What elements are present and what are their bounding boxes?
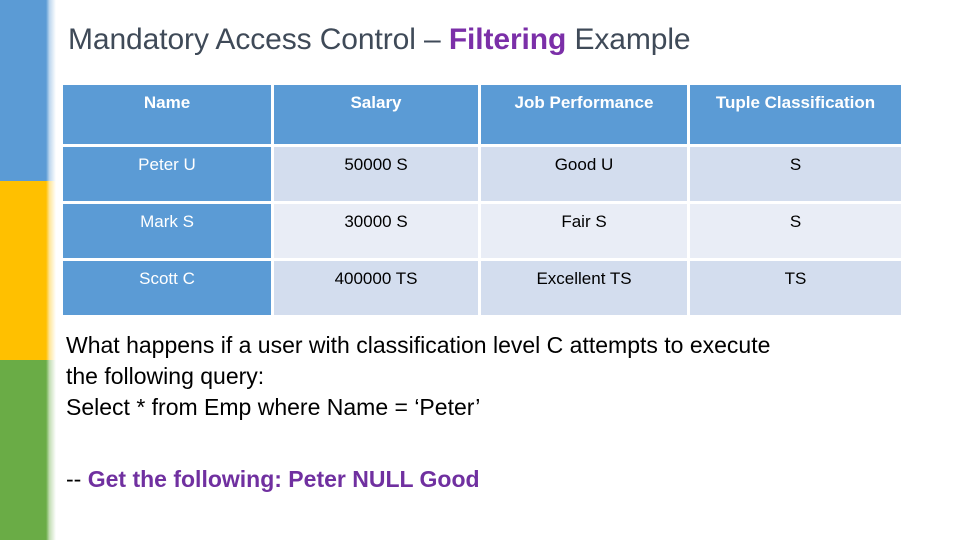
cell-salary: 30000 S [274,204,481,261]
cell-name: Peter U [63,147,274,204]
blue-band-fade [46,0,56,181]
question-text: What happens if a user with classificati… [66,330,946,423]
result-note-accent: Get the following: Peter NULL Good [87,466,480,492]
question-line-3: Select * from Emp where Name = ‘Peter’ [66,394,481,420]
blue-band [0,0,46,181]
cell-tuple: TS [690,261,901,315]
cell-tuple: S [690,204,901,261]
cell-job: Fair S [481,204,690,261]
green-band [0,360,46,540]
table-header-row: Name Salary Job Performance Tuple Classi… [63,85,901,147]
yellow-band-fade [46,181,56,360]
question-line-1: What happens if a user with classificati… [66,332,771,358]
question-line-2: the following query: [66,363,265,389]
cell-salary: 400000 TS [274,261,481,315]
result-note-prefix: -- [66,466,88,492]
cell-name: Scott C [63,261,274,315]
employee-table: Name Salary Job Performance Tuple Classi… [63,85,901,315]
cell-tuple: S [690,147,901,204]
column-header-name: Name [63,85,274,147]
yellow-band [0,181,46,360]
green-band-fade [46,360,56,540]
table-row: Mark S 30000 S Fair S S [63,204,901,261]
table-row: Scott C 400000 TS Excellent TS TS [63,261,901,315]
decorative-color-bands [0,0,56,540]
page-title-accent: Filtering [448,23,567,56]
page-title: Mandatory Access Control – Filtering Exa… [68,22,938,58]
column-header-salary: Salary [274,85,481,147]
column-header-tuple-classification: Tuple Classification [690,85,901,147]
column-header-job-performance: Job Performance [481,85,690,147]
cell-job: Excellent TS [481,261,690,315]
table-row: Peter U 50000 S Good U S [63,147,901,204]
result-note: -- Get the following: Peter NULL Good [66,464,480,494]
cell-job: Good U [481,147,690,204]
cell-salary: 50000 S [274,147,481,204]
page-title-before: Mandatory Access Control – [68,23,449,56]
page-title-after: Example [566,23,691,56]
cell-name: Mark S [63,204,274,261]
